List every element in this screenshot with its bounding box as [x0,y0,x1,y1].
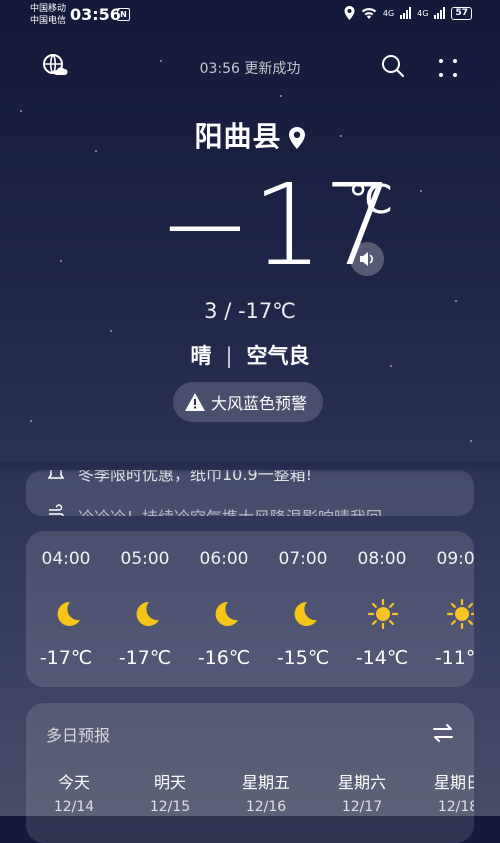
hour-temp: -11℃ [434,647,474,669]
signal-label-1: 4G [382,8,395,18]
status-bar: 中国移动 中国电信 03:56 N 4G 4G 57 [0,0,500,32]
moon-icon [136,601,159,626]
hour-temp: -17℃ [39,647,93,669]
location-title[interactable]: 阳曲县 [0,115,500,155]
air-quality[interactable]: 空气良 [247,344,310,368]
battery-icon: 57 [451,6,472,20]
alert-label: 大风蓝色预警 [211,394,308,413]
star [20,110,22,112]
hour-time: 08:00 [357,549,407,569]
location-icon [344,6,355,20]
day-item[interactable]: 星期六 12/17 [314,769,410,815]
search-button[interactable] [381,54,405,78]
more-dots-icon [439,59,457,77]
carrier-1: 中国移动 [30,4,67,14]
view-toggle-button[interactable] [432,723,454,743]
daily-forecast-title: 多日预报 [46,726,111,745]
news-item[interactable]: 冷冷冷！持续冷空气携大风降温影响晴我回 [48,504,382,516]
carrier-2: 中国电信 [30,16,67,26]
day-name: 明天 [153,773,186,792]
news-ticker[interactable]: 冬季限时优惠，纸巾10.9一整箱! 冷冷冷！持续冷空气携大风降温影响晴我回 [26,470,474,516]
location-pin-icon [288,127,305,149]
day-item[interactable]: 星期日 12/18 [410,769,474,815]
moon-icon [57,601,80,626]
moon-icon [294,601,317,626]
hour-time: 06:00 [199,549,249,569]
swap-arrows-icon [433,724,453,742]
signal-2-icon [434,7,446,19]
weather-alert-button[interactable]: 大风蓝色预警 [173,382,324,422]
day-name: 今天 [57,773,90,792]
status-clock: 03:56 [70,5,121,24]
daily-forecast-card[interactable]: 多日预报 今天 12/14 明天 12/15 星期五 12/16 星期六 12/… [26,703,474,843]
star [470,440,472,442]
condition-line: 晴 | 空气良 [0,340,500,370]
wifi-icon [361,8,377,19]
hour-time: 07:00 [278,549,328,569]
signal-label-2: 4G [417,8,429,18]
location-name: 阳曲县 [194,120,282,153]
day-name: 星期日 [433,773,474,792]
hour-temp: -17℃ [118,647,172,669]
sun-icon [367,598,399,630]
day-date: 12/15 [149,799,191,815]
voice-broadcast-button[interactable] [350,242,384,276]
day-item[interactable]: 星期五 12/16 [218,769,314,815]
hour-temp: -15℃ [276,647,330,669]
nfc-icon: N [117,8,130,21]
wind-icon [49,504,64,516]
hour-time: 04:00 [41,549,91,569]
speaker-icon [360,252,373,266]
warning-icon [185,393,205,411]
day-item[interactable]: 今天 12/14 [26,769,122,815]
day-name: 星期六 [337,773,386,792]
condition-separator: | [225,344,233,368]
moon-icon [215,601,238,626]
star [420,190,422,192]
search-icon [382,55,405,78]
news-text-2: 冷冷冷！持续冷空气携大风降温影响晴我回 [78,504,382,516]
day-item[interactable]: 明天 12/15 [122,769,218,815]
signal-1-icon [400,7,412,19]
day-name: 星期五 [241,773,290,792]
day-date: 12/18 [437,799,474,815]
hour-temp: -16℃ [197,647,251,669]
day-date: 12/14 [53,799,95,815]
star [30,420,32,422]
hour-temp: -14℃ [355,647,409,669]
hour-time: 09:00 [436,549,475,569]
temperature-unit: ℃ [348,177,393,223]
star [60,260,62,262]
sun-icon [446,598,474,630]
hourly-forecast-card[interactable]: 04:00 -17℃ 05:00 -17℃ 06:00 -16℃ 07:00 -… [26,531,474,687]
ticker-fade [0,462,500,474]
star [110,330,112,332]
weather-condition: 晴 [190,344,212,368]
more-button[interactable] [436,56,460,80]
star [280,95,282,97]
status-icons: 4G 4G 57 [344,6,472,20]
temperature-range: 3 / -17℃ [204,299,296,323]
day-date: 12/16 [245,799,287,815]
day-date: 12/17 [341,799,383,815]
hour-time: 05:00 [120,549,170,569]
carrier-info: 中国移动 中国电信 [30,3,66,27]
update-status: 03:56 更新成功 [199,61,301,77]
